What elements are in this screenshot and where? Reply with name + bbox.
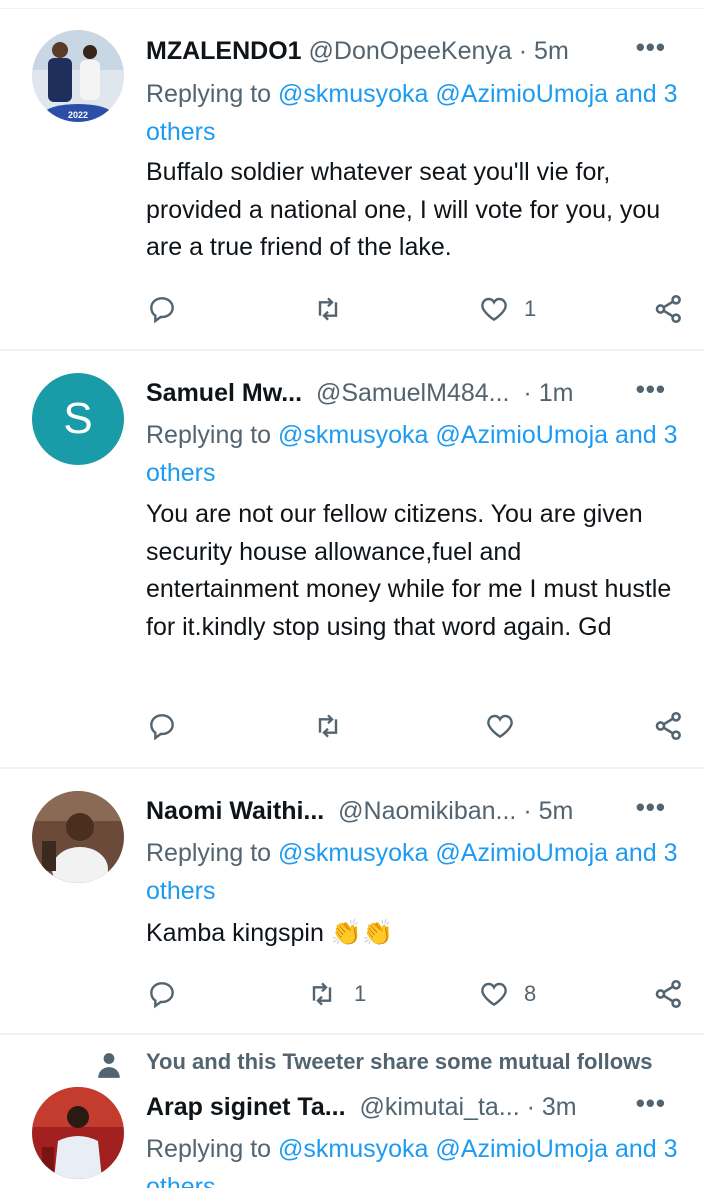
share-button[interactable] bbox=[652, 974, 686, 1014]
more-icon[interactable]: ••• bbox=[636, 787, 666, 827]
like-count: 8 bbox=[524, 981, 537, 1006]
timestamp[interactable]: 5m bbox=[534, 37, 569, 65]
more-icon[interactable]: ••• bbox=[636, 1083, 666, 1123]
like-icon bbox=[481, 297, 507, 322]
separator: · bbox=[523, 797, 532, 825]
reply-context: Replying to @skmusyoka @AzimioUmoja and … bbox=[146, 416, 686, 492]
reply-prefix: Replying to bbox=[146, 421, 272, 449]
retweet-count: 1 bbox=[354, 981, 367, 1006]
reply-icon bbox=[150, 297, 174, 324]
mention-links[interactable]: @skmusyoka @AzimioUmoja bbox=[278, 80, 608, 108]
like-icon bbox=[487, 714, 513, 739]
tweet-text: Kamba kingspin 👏👏 bbox=[146, 919, 394, 947]
timestamp[interactable]: 1m bbox=[539, 379, 574, 407]
avatar-letter: S bbox=[63, 394, 93, 443]
reply-prefix: Replying to bbox=[146, 80, 272, 108]
avatar[interactable]: 2022 bbox=[32, 30, 124, 122]
retweet-icon bbox=[318, 714, 338, 738]
tweet-actions: 1 8 bbox=[146, 974, 692, 1014]
avatar-badge-text: 2022 bbox=[68, 110, 88, 120]
reply-context: Replying to @skmusyoka @AzimioUmoja and … bbox=[146, 75, 686, 151]
reply-prefix: Replying to bbox=[146, 1135, 272, 1163]
tweet-divider bbox=[0, 767, 704, 769]
share-icon bbox=[655, 294, 681, 324]
display-name[interactable]: Samuel Mw... bbox=[146, 379, 302, 407]
retweet-icon bbox=[318, 297, 338, 321]
share-icon bbox=[655, 979, 681, 1009]
like-icon bbox=[481, 982, 507, 1007]
like-button[interactable]: 1 bbox=[478, 289, 536, 329]
user-handle[interactable]: @kimutai_ta... bbox=[359, 1093, 519, 1121]
reply-icon bbox=[150, 982, 174, 1009]
like-button[interactable]: 8 bbox=[478, 974, 536, 1014]
user-handle[interactable]: @SamuelM484... bbox=[316, 379, 510, 407]
display-name[interactable]: MZALENDO1 bbox=[146, 37, 302, 65]
separator: · bbox=[518, 37, 528, 65]
more-icon[interactable]: ••• bbox=[636, 27, 666, 67]
share-icon bbox=[655, 711, 681, 741]
mention-links[interactable]: @skmusyoka @AzimioUmoja bbox=[278, 839, 608, 867]
timestamp[interactable]: 3m bbox=[542, 1093, 577, 1121]
tweet-actions: 1 bbox=[146, 289, 692, 329]
tweet-header: MZALENDO1 @DonOpeeKenya · 5m ••• bbox=[146, 31, 684, 71]
user-handle[interactable]: @DonOpeeKenya bbox=[309, 37, 512, 65]
reply-context: Replying to @skmusyoka @AzimioUmoja and … bbox=[146, 834, 686, 910]
top-divider bbox=[0, 8, 704, 9]
reply-prefix: Replying to bbox=[146, 839, 272, 867]
mention-links[interactable]: @skmusyoka @AzimioUmoja bbox=[278, 1135, 608, 1163]
social-context: You and this Tweeter share some mutual f… bbox=[146, 1049, 653, 1074]
display-name[interactable]: Naomi Waithi... bbox=[146, 797, 324, 825]
like-count: 1 bbox=[524, 296, 537, 321]
timestamp[interactable]: 5m bbox=[539, 797, 574, 825]
separator: · bbox=[526, 1093, 535, 1121]
tweet-4[interactable]: You and this Tweeter share some mutual f… bbox=[0, 1035, 704, 1188]
avatar[interactable] bbox=[32, 791, 124, 883]
tweet-text: Buffalo soldier whatever seat you'll vie… bbox=[146, 158, 661, 261]
retweet-button[interactable] bbox=[310, 706, 360, 746]
reply-button[interactable] bbox=[146, 706, 192, 746]
tweet-header: Samuel Mw... @SamuelM484... · 1m ••• bbox=[146, 373, 684, 413]
avatar[interactable]: S bbox=[32, 373, 124, 465]
mention-links[interactable]: @skmusyoka @AzimioUmoja bbox=[278, 421, 608, 449]
retweet-button[interactable]: 1 bbox=[304, 974, 366, 1014]
avatar[interactable] bbox=[32, 1087, 124, 1179]
reply-context: Replying to @skmusyoka @AzimioUmoja and … bbox=[146, 1130, 686, 1188]
separator: · bbox=[523, 379, 532, 407]
reply-button[interactable] bbox=[146, 289, 192, 329]
more-icon[interactable]: ••• bbox=[636, 369, 666, 409]
tweet-text: You are not our fellow citizens. You are… bbox=[146, 500, 672, 641]
display-name[interactable]: Arap siginet Ta... bbox=[146, 1093, 346, 1121]
retweet-icon bbox=[312, 982, 332, 1006]
user-handle[interactable]: @Naomikiban... bbox=[338, 797, 516, 825]
reply-icon bbox=[150, 714, 174, 741]
like-button[interactable] bbox=[484, 706, 530, 746]
tweet-header: Arap siginet Ta... @kimutai_ta... · 3m •… bbox=[146, 1087, 684, 1127]
share-button[interactable] bbox=[652, 289, 686, 329]
share-button[interactable] bbox=[652, 706, 686, 746]
reply-button[interactable] bbox=[146, 974, 192, 1014]
person-icon bbox=[98, 1053, 120, 1078]
tweet-actions bbox=[146, 706, 692, 746]
retweet-button[interactable] bbox=[310, 289, 360, 329]
tweet-divider bbox=[0, 349, 704, 351]
tweet-header: Naomi Waithi... @Naomikiban... · 5m ••• bbox=[146, 791, 684, 831]
